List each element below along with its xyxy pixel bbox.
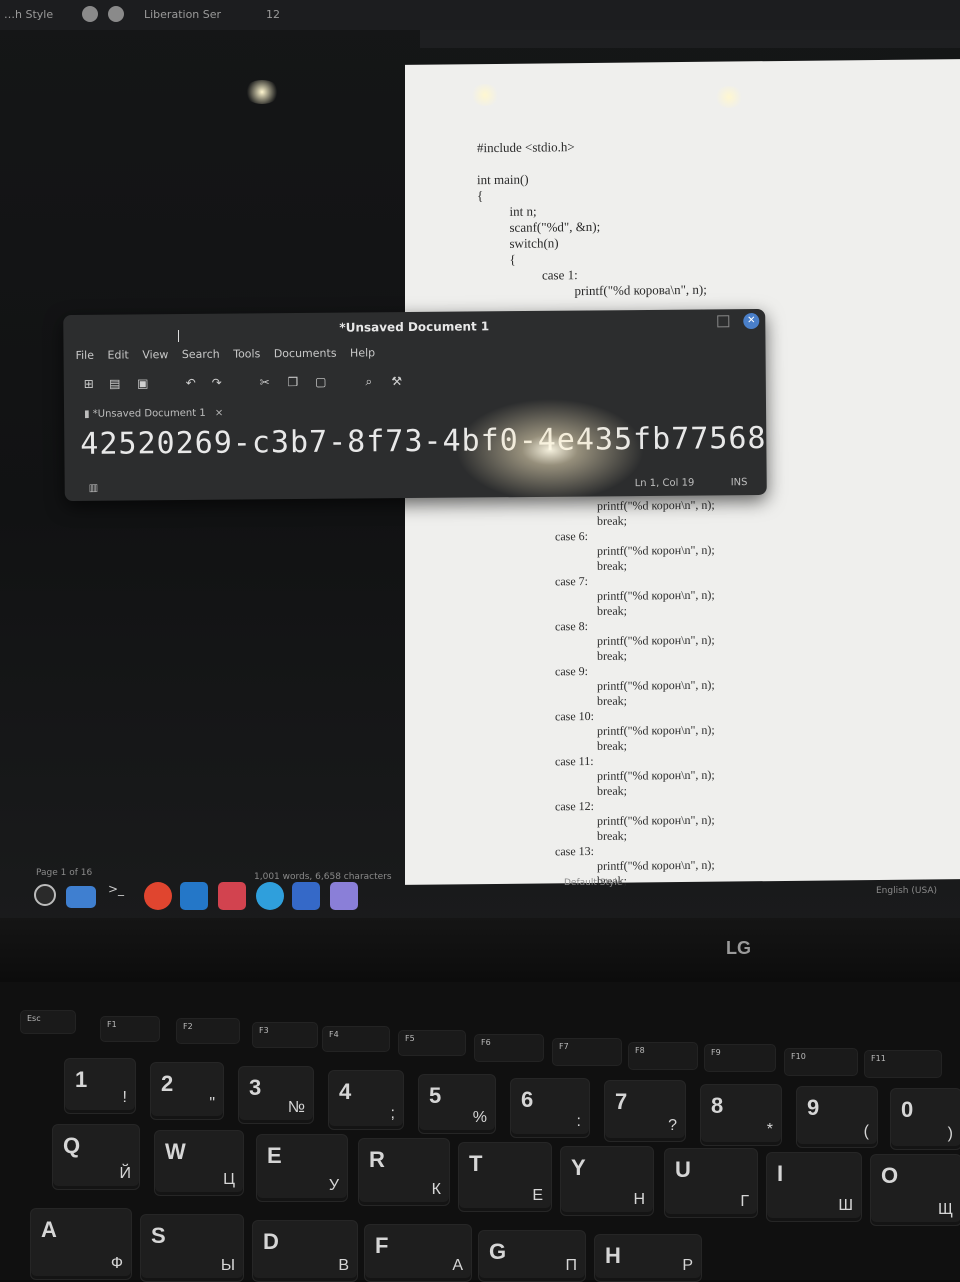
laptop-screen: …h Style Liberation Ser 12 #include <std… xyxy=(0,0,960,930)
close-button[interactable]: ✕ xyxy=(743,313,759,329)
game-icon[interactable] xyxy=(218,882,246,910)
text-editor-window: *Unsaved Document 1 ✕ File Edit View Sea… xyxy=(63,309,767,501)
key-4[interactable]: 4; xyxy=(328,1070,404,1130)
key-6[interactable]: 6: xyxy=(510,1078,590,1138)
key-1[interactable]: 1! xyxy=(64,1058,136,1114)
key-2[interactable]: 2" xyxy=(150,1062,224,1120)
window-title: *Unsaved Document 1 xyxy=(63,317,765,337)
menu-tools[interactable]: Tools xyxy=(233,347,260,360)
language[interactable]: English (USA) xyxy=(876,886,937,896)
open-icon[interactable]: ▤ xyxy=(108,377,122,391)
key-7[interactable]: 7? xyxy=(604,1080,686,1142)
cut-icon[interactable]: ✂ xyxy=(258,375,272,389)
key-q[interactable]: QЙ xyxy=(52,1124,140,1190)
libreoffice-toolbar: …h Style Liberation Ser 12 xyxy=(0,0,960,30)
key-f2[interactable]: F2 xyxy=(176,1018,240,1044)
key-s[interactable]: SЫ xyxy=(140,1214,244,1282)
terminal-icon[interactable]: >_ xyxy=(108,882,126,910)
key-h[interactable]: HР xyxy=(594,1234,702,1282)
undo-icon[interactable]: ↶ xyxy=(184,376,198,390)
key-9[interactable]: 9( xyxy=(796,1086,878,1148)
save-icon[interactable]: ▣ xyxy=(136,376,150,390)
light-reflection xyxy=(714,86,744,108)
key-8[interactable]: 8* xyxy=(700,1084,782,1146)
laptop-bezel xyxy=(0,918,960,982)
telegram-icon[interactable] xyxy=(256,882,284,910)
key-0[interactable]: 0) xyxy=(890,1088,960,1150)
writer-icon[interactable] xyxy=(292,882,320,910)
key-f3[interactable]: F3 xyxy=(252,1022,318,1048)
copy-icon[interactable]: ❐ xyxy=(286,375,300,389)
key-f4[interactable]: F4 xyxy=(322,1026,390,1052)
key-f[interactable]: FА xyxy=(364,1224,472,1282)
files-icon[interactable] xyxy=(66,886,96,908)
ruler xyxy=(420,30,960,48)
key-f7[interactable]: F7 xyxy=(552,1038,622,1066)
key-f11[interactable]: F11 xyxy=(864,1050,942,1078)
insert-mode: INS xyxy=(731,477,748,488)
menu-file[interactable]: File xyxy=(75,349,94,362)
key-w[interactable]: WЦ xyxy=(154,1130,244,1196)
new-document-icon[interactable]: ⊞ xyxy=(82,377,96,391)
key-e[interactable]: EУ xyxy=(256,1134,348,1202)
key-f9[interactable]: F9 xyxy=(704,1044,776,1072)
code-text-top: #include <stdio.h> int main() { int n; s… xyxy=(477,138,707,300)
tab-label: *Unsaved Document 1 xyxy=(93,408,206,420)
font-size-box[interactable]: 12 xyxy=(266,8,280,21)
document-tab[interactable]: ▮ *Unsaved Document 1 × xyxy=(84,408,223,420)
paragraph-style-box[interactable]: …h Style xyxy=(4,8,53,21)
key-u[interactable]: UГ xyxy=(664,1148,758,1218)
key-f10[interactable]: F10 xyxy=(784,1048,858,1076)
browser-icon[interactable] xyxy=(144,882,172,910)
key-y[interactable]: YН xyxy=(560,1146,654,1216)
light-reflection xyxy=(470,84,500,106)
text-editor-icon[interactable] xyxy=(330,882,358,910)
editor-text-line[interactable]: 42520269-c3b7-8f73-4bf0-4e435fb77568 xyxy=(80,421,766,462)
taskbar: >_ xyxy=(28,880,368,914)
key-g[interactable]: GП xyxy=(478,1230,586,1282)
menu-help[interactable]: Help xyxy=(350,346,375,359)
key-f1[interactable]: F1 xyxy=(100,1016,160,1042)
new-style-icon[interactable] xyxy=(108,6,124,22)
key-f8[interactable]: F8 xyxy=(628,1042,698,1070)
restore-button[interactable] xyxy=(717,315,729,327)
page-count: Page 1 of 16 xyxy=(36,868,92,878)
menu-icon[interactable] xyxy=(34,884,56,906)
tab-close-icon[interactable]: × xyxy=(215,408,223,419)
key-t[interactable]: TЕ xyxy=(458,1142,552,1212)
document-icon: ▮ xyxy=(84,409,93,420)
key-5[interactable]: 5% xyxy=(418,1074,496,1134)
page-style: Default Style xyxy=(564,878,622,888)
menu-documents[interactable]: Documents xyxy=(274,347,337,361)
code-text-bottom: printf("%d корон\n", n); break; case 6: … xyxy=(555,498,715,890)
vscode-icon[interactable] xyxy=(180,882,208,910)
keyboard: Esc F1 F2 F3 F4 F5 F6 F7 F8 F9 F10 F11 1… xyxy=(0,982,960,1280)
light-reflection xyxy=(244,80,280,104)
menu-bar: File Edit View Search Tools Documents He… xyxy=(75,346,385,362)
editor-status-bar: ▥ Ln 1, Col 19 INS xyxy=(65,473,767,499)
redo-icon[interactable]: ↷ xyxy=(210,376,224,390)
key-esc[interactable]: Esc xyxy=(20,1010,76,1034)
key-a[interactable]: AФ xyxy=(30,1208,132,1280)
key-d[interactable]: DВ xyxy=(252,1220,358,1282)
menu-edit[interactable]: Edit xyxy=(107,348,128,361)
menu-view[interactable]: View xyxy=(142,348,168,361)
key-r[interactable]: RК xyxy=(358,1138,450,1206)
sidepanel-icon[interactable]: ▥ xyxy=(89,483,99,494)
menu-search[interactable]: Search xyxy=(182,348,220,361)
mouse-pointer-icon xyxy=(178,330,187,342)
key-o[interactable]: OЩ xyxy=(870,1154,960,1226)
paste-icon[interactable]: ▢ xyxy=(314,375,328,389)
font-name-box[interactable]: Liberation Ser xyxy=(144,8,221,21)
key-i[interactable]: IШ xyxy=(766,1152,862,1222)
search-icon[interactable]: ⌕ xyxy=(362,374,376,388)
key-f6[interactable]: F6 xyxy=(474,1034,544,1062)
cursor-position: Ln 1, Col 19 xyxy=(635,478,695,490)
key-f5[interactable]: F5 xyxy=(398,1030,466,1056)
update-style-icon[interactable] xyxy=(82,6,98,22)
replace-icon[interactable]: ⚒ xyxy=(390,374,404,388)
key-3[interactable]: 3№ xyxy=(238,1066,314,1124)
brand-logo: LG xyxy=(726,938,751,959)
